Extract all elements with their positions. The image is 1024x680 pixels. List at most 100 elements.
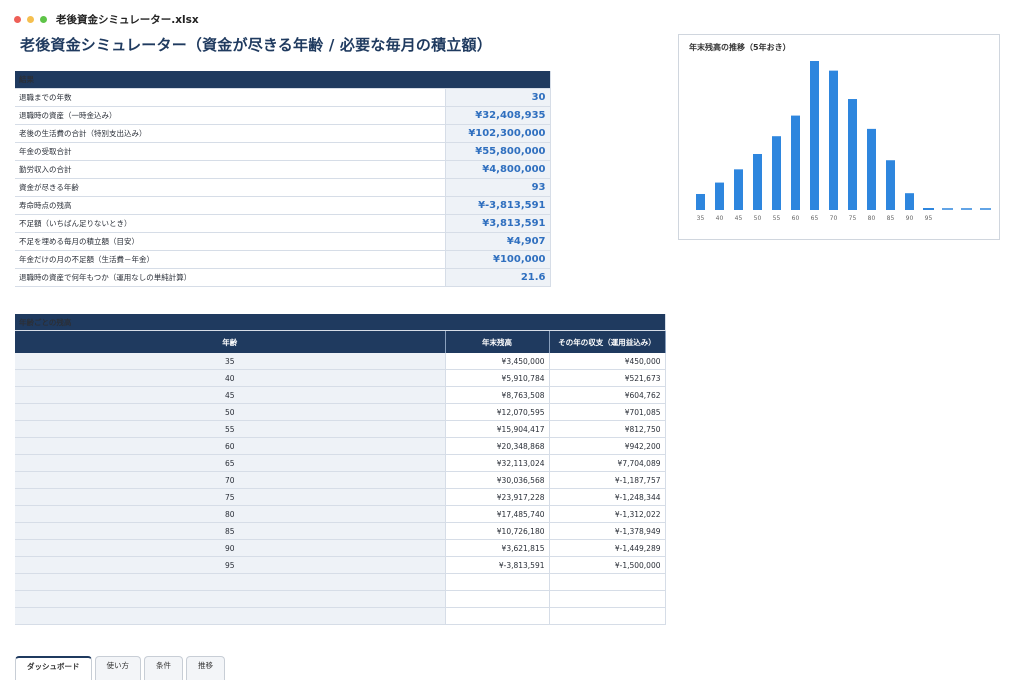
results-value[interactable]: ¥55,800,000 [445,142,551,161]
annual-net-cell[interactable]: ¥521,673 [549,369,666,387]
chart-bar[interactable] [772,136,781,210]
annual-net-cell[interactable]: ¥-1,449,289 [549,539,666,557]
age-cell[interactable]: 40 [15,369,446,387]
annual-net-cell[interactable]: ¥-1,500,000 [549,556,666,574]
chart-bar[interactable] [829,70,838,211]
annual-net-cell[interactable]: ¥-1,378,949 [549,522,666,540]
results-row: 不足を埋める毎月の積立額（目安） ¥4,907 [15,232,551,251]
balance-header: 年齢ごとの残高 [15,314,666,331]
chart-bar[interactable] [867,128,876,210]
results-row: 不足額（いちばん足りないとき） ¥3,813,591 [15,214,551,233]
annual-net-cell[interactable] [549,607,666,625]
chart-bar[interactable] [810,61,819,210]
year-end-balance-cell[interactable]: ¥20,348,868 [445,437,550,455]
annual-net-cell[interactable]: ¥7,704,089 [549,454,666,472]
chart-bar[interactable] [886,160,895,210]
annual-net-cell[interactable]: ¥604,762 [549,386,666,404]
results-label[interactable]: 資金が尽きる年齢 [15,178,446,197]
year-end-balance-cell[interactable]: ¥-3,813,591 [445,556,550,574]
results-label[interactable]: 退職時の資産で何年もつか（運用なしの単純計算） [15,268,446,287]
age-cell[interactable]: 80 [15,505,446,523]
chart-bar[interactable] [696,193,705,210]
annual-net-cell[interactable]: ¥-1,187,757 [549,471,666,489]
results-row: 勤労収入の合計 ¥4,800,000 [15,160,551,179]
chart-bar[interactable] [848,99,857,210]
column-header-age[interactable]: 年齢 [15,330,446,353]
age-cell[interactable] [15,607,446,625]
age-cell[interactable]: 35 [15,353,446,370]
annual-net-cell[interactable] [549,590,666,608]
chart-bar[interactable] [734,169,743,210]
results-value[interactable]: 93 [445,178,551,197]
results-value[interactable]: ¥3,813,591 [445,214,551,233]
year-end-balance-cell[interactable]: ¥5,910,784 [445,369,550,387]
results-label[interactable]: 寿命時点の残高 [15,196,446,215]
age-cell[interactable]: 90 [15,539,446,557]
minimize-window-button[interactable] [27,15,34,23]
year-end-balance-cell[interactable]: ¥12,070,595 [445,403,550,421]
age-cell[interactable]: 60 [15,437,446,455]
annual-net-cell[interactable]: ¥-1,312,022 [549,505,666,523]
year-end-balance-cell[interactable] [445,573,550,591]
sheet-tab[interactable]: 使い方 [94,656,141,680]
results-label[interactable]: 不足を埋める毎月の積立額（目安） [15,232,446,251]
annual-net-cell[interactable] [549,573,666,591]
column-header-annual-net[interactable]: その年の収支（運用益込み） [549,330,666,353]
age-cell[interactable]: 70 [15,471,446,489]
annual-net-cell[interactable]: ¥-1,248,344 [549,488,666,506]
results-value[interactable]: 21.6 [445,268,551,287]
year-end-balance-cell[interactable]: ¥3,450,000 [445,353,550,370]
balance-chart[interactable]: 年末残高の推移（5年おき） 35 40 45 50 55 60 65 70 75 80 85 90 95 [678,34,1000,240]
year-end-balance-cell[interactable]: ¥3,621,815 [445,539,550,557]
results-label[interactable]: 年金だけの月の不足額（生活費－年金） [15,250,446,269]
year-end-balance-cell[interactable]: ¥30,036,568 [445,471,550,489]
results-value[interactable]: 30 [445,88,551,107]
chart-bar[interactable] [715,182,724,210]
year-end-balance-cell[interactable] [445,590,550,608]
sheet-tab[interactable]: 条件 [144,656,183,680]
year-end-balance-cell[interactable] [445,607,550,625]
results-label[interactable]: 不足額（いちばん足りないとき） [15,214,446,233]
year-end-balance-cell[interactable]: ¥15,904,417 [445,420,550,438]
results-label[interactable]: 退職までの年数 [15,88,446,107]
close-window-button[interactable] [14,15,21,23]
results-label[interactable]: 老後の生活費の合計（特別支出込み） [15,124,446,143]
sheet-tab[interactable]: 推移 [186,656,225,680]
results-value[interactable]: ¥-3,813,591 [445,196,551,215]
annual-net-cell[interactable]: ¥812,750 [549,420,666,438]
results-value[interactable]: ¥100,000 [445,250,551,269]
chart-bar[interactable] [791,115,800,210]
age-cell[interactable]: 55 [15,420,446,438]
chart-bar[interactable] [753,153,762,210]
year-end-balance-cell[interactable]: ¥17,485,740 [445,505,550,523]
results-row: 年金の受取合計 ¥55,800,000 [15,142,551,161]
age-cell[interactable]: 50 [15,403,446,421]
age-cell[interactable]: 75 [15,488,446,506]
annual-net-cell[interactable]: ¥942,200 [549,437,666,455]
results-label[interactable]: 退職時の資産（一時金込み） [15,106,446,125]
results-value[interactable]: ¥102,300,000 [445,124,551,143]
results-value[interactable]: ¥32,408,935 [445,106,551,125]
age-cell[interactable]: 95 [15,556,446,574]
results-value[interactable]: ¥4,907 [445,232,551,251]
results-label[interactable]: 年金の受取合計 [15,142,446,161]
age-cell[interactable]: 45 [15,386,446,404]
sheet-tab[interactable]: ダッシュボード [15,656,92,680]
maximize-window-button[interactable] [40,15,47,23]
table-row [15,607,666,625]
year-end-balance-cell[interactable]: ¥8,763,508 [445,386,550,404]
column-header-year-end-balance[interactable]: 年末残高 [445,330,550,353]
annual-net-cell[interactable]: ¥701,085 [549,403,666,421]
results-label[interactable]: 勤労収入の合計 [15,160,446,179]
chart-bar[interactable] [905,193,914,210]
age-cell[interactable]: 85 [15,522,446,540]
year-end-balance-cell[interactable]: ¥23,917,228 [445,488,550,506]
x-tick-label: 60 [792,215,800,222]
year-end-balance-cell[interactable]: ¥10,726,180 [445,522,550,540]
annual-net-cell[interactable]: ¥450,000 [549,353,666,370]
age-cell[interactable]: 65 [15,454,446,472]
age-cell[interactable] [15,590,446,608]
age-cell[interactable] [15,573,446,591]
results-value[interactable]: ¥4,800,000 [445,160,551,179]
year-end-balance-cell[interactable]: ¥32,113,024 [445,454,550,472]
